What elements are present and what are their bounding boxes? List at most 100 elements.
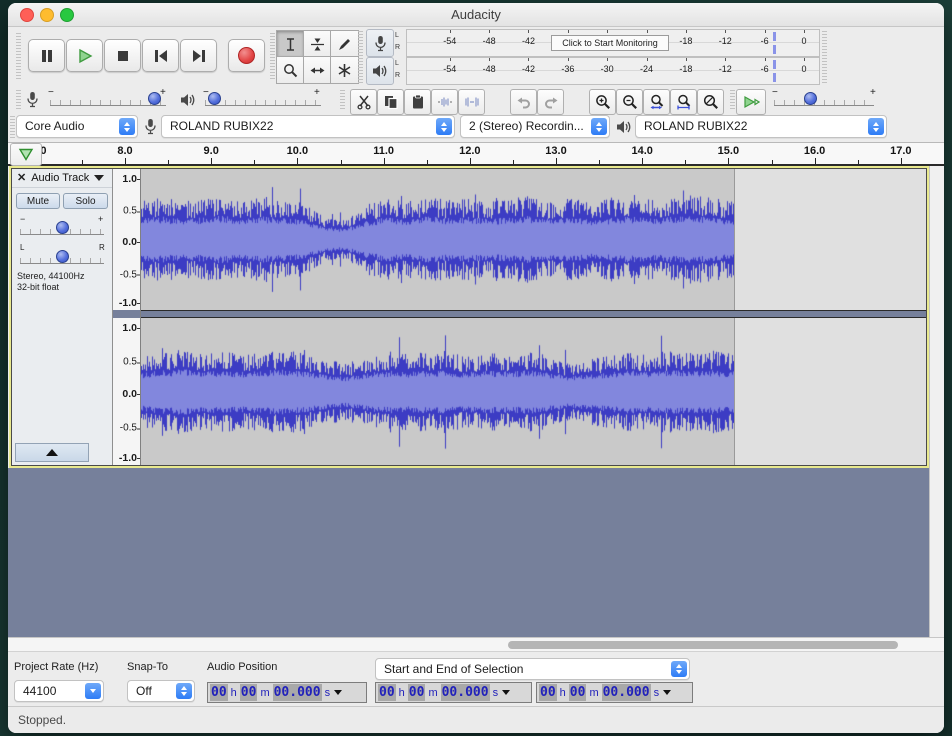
time-digits[interactable]: 00.000 [602,684,651,701]
zoom-window-button[interactable] [60,8,74,22]
edit-toolbar-grip[interactable] [340,90,345,110]
record-meter-button[interactable] [366,29,394,57]
snap-to-label: Snap-To [127,661,168,673]
silence-audio-button[interactable] [458,89,485,115]
tools-toolbar-grip[interactable] [270,33,275,81]
mixer-toolbar-grip[interactable] [16,90,21,110]
gain-slider[interactable] [20,225,104,235]
audio-position-label: Audio Position [207,661,277,673]
close-track-icon[interactable]: ✕ [17,173,26,184]
titlebar[interactable]: Audacity [8,3,944,27]
meter-tick [489,58,490,61]
channel-separator[interactable] [141,310,926,318]
time-digits[interactable]: 00 [378,684,396,701]
after-clip-area[interactable] [734,318,926,465]
waveform-right-channel[interactable] [141,318,926,465]
empty-track-area[interactable] [8,468,929,637]
time-digits[interactable]: 00 [408,684,426,701]
snap-to-dropdown[interactable]: Off [127,680,195,702]
play-button[interactable] [66,39,103,72]
zoom-out-button[interactable] [616,89,643,115]
pan-thumb[interactable] [56,250,69,263]
cut-button[interactable] [350,89,377,115]
zoom-in-button[interactable] [589,89,616,115]
playback-meter[interactable]: -54-48-42-36-30-24-18-12-60 [406,57,820,85]
meter-toolbar-end-grip[interactable] [822,31,827,83]
trim-audio-icon [437,94,453,110]
vertical-ruler-left-channel[interactable]: 1.00.50.0-0.5-1.0 [113,169,140,310]
waveform-canvas-right[interactable] [141,318,734,465]
selection-tool-button[interactable] [276,30,305,58]
play-at-speed-button[interactable] [736,89,766,115]
record-button[interactable] [228,39,265,72]
time-field-caret-icon[interactable] [502,690,510,695]
track-menu-icon[interactable] [94,175,104,181]
envelope-tool-button[interactable] [303,30,332,58]
time-digits[interactable]: 00 [569,684,587,701]
copy-button[interactable] [377,89,404,115]
time-digits[interactable]: 00 [539,684,557,701]
input-volume-thumb[interactable] [148,92,161,105]
input-volume-slider[interactable] [50,96,166,106]
audio-host-dropdown[interactable]: Core Audio [16,115,138,138]
audio-position-field[interactable]: 00h00m00.000s [207,682,367,703]
solo-button[interactable]: Solo [63,193,108,209]
selection-end-field[interactable]: 00h00m00.000s [536,682,693,703]
pause-button[interactable] [28,39,65,72]
time-field-caret-icon[interactable] [334,690,342,695]
paste-button[interactable] [404,89,431,115]
timeshift-tool-button[interactable] [303,56,332,84]
time-digits[interactable]: 00.000 [441,684,490,701]
waveform-canvas-left[interactable] [141,169,734,310]
zoom-tool-button[interactable] [276,56,305,84]
recording-meter[interactable]: -54-48-42-36-30-24-18-12-60Click to Star… [406,29,820,57]
project-rate-dropdown[interactable]: 44100 [14,680,104,702]
recording-channels-dropdown[interactable]: 2 (Stereo) Recordin... [460,115,610,138]
redo-button[interactable] [537,89,564,115]
collapse-track-button[interactable] [15,443,89,462]
selection-start-field[interactable]: 00h00m00.000s [375,682,532,703]
time-field-caret-icon[interactable] [663,690,671,695]
play-at-speed-slider[interactable] [774,96,874,106]
vertical-ruler-right-channel[interactable]: 1.00.50.0-0.5-1.0 [113,318,140,465]
stop-button[interactable] [104,39,141,72]
play-at-speed-thumb[interactable] [804,92,817,105]
monitoring-tooltip[interactable]: Click to Start Monitoring [551,35,669,51]
transport-toolbar-grip[interactable] [16,33,21,81]
recording-device-dropdown[interactable]: ROLAND RUBIX22 [161,115,455,138]
playback-meter-button[interactable] [366,57,394,85]
minimize-window-button[interactable] [40,8,54,22]
after-clip-area[interactable] [734,169,926,310]
pan-slider[interactable] [20,254,104,264]
device-toolbar-grip[interactable] [10,116,15,138]
output-volume-thumb[interactable] [208,92,221,105]
horizontal-scrollbar[interactable] [8,637,944,651]
gain-thumb[interactable] [56,221,69,234]
time-digits[interactable]: 00.000 [273,684,322,701]
draw-tool-button[interactable] [330,30,359,58]
zoom-toggle-button[interactable] [697,89,724,115]
trim-audio-button[interactable] [431,89,458,115]
pan-right-label: R [99,243,105,252]
mute-button[interactable]: Mute [16,193,60,209]
skip-to-end-button[interactable] [180,39,217,72]
waveform-left-channel[interactable] [141,169,926,310]
multi-tool-button[interactable] [330,56,359,84]
playspeed-toolbar-grip[interactable] [730,90,735,110]
fit-selection-button[interactable] [643,89,670,115]
horizontal-scrollbar-thumb[interactable] [508,641,898,649]
playback-device-dropdown[interactable]: ROLAND RUBIX22 [635,115,887,138]
timeline-ruler[interactable]: 7.08.09.010.011.012.013.014.015.016.017.… [8,142,944,166]
meter-toolbar-grip[interactable] [358,31,363,83]
vertical-scrollbar[interactable] [929,166,944,637]
time-digits[interactable]: 00 [210,684,228,701]
fit-project-button[interactable] [670,89,697,115]
undo-button[interactable] [510,89,537,115]
time-digits[interactable]: 00 [240,684,258,701]
timeshift-tool-icon [310,63,325,78]
close-window-button[interactable] [20,8,34,22]
selection-mode-dropdown[interactable]: Start and End of Selection [375,658,690,680]
output-volume-slider[interactable] [205,96,321,106]
pinned-playhead-button[interactable] [10,143,42,166]
skip-to-start-button[interactable] [142,39,179,72]
